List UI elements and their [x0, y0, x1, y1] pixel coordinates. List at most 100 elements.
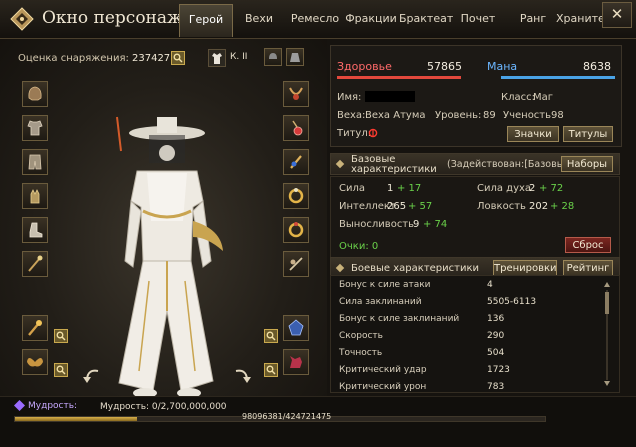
- slot-weapon[interactable]: [22, 251, 48, 277]
- slot-pants[interactable]: [22, 149, 48, 175]
- title-bar: Окно персонажа Герой Вехи Ремесло Фракци…: [0, 0, 636, 39]
- slot-crest[interactable]: [283, 315, 309, 341]
- tab-bracteate[interactable]: Брактеат: [399, 4, 453, 36]
- earring-icon: [290, 155, 302, 169]
- helmet-toggle-icon[interactable]: [264, 48, 282, 66]
- badges-button[interactable]: Значки: [507, 126, 559, 142]
- pet-search-button[interactable]: [264, 363, 278, 377]
- slot-boots[interactable]: [22, 217, 48, 243]
- earring-icon: [292, 120, 303, 136]
- title-label: Титул:: [337, 128, 372, 139]
- pet-icon: [290, 356, 302, 368]
- titles-button[interactable]: Титулы: [563, 126, 613, 142]
- magnifier-icon: [266, 331, 276, 341]
- level-value: 89: [483, 110, 496, 121]
- slot-ring-1[interactable]: [283, 183, 309, 209]
- list-item: Сила заклинаний 5505-6113: [331, 295, 611, 311]
- reset-button[interactable]: Сброс: [565, 237, 611, 253]
- battle-stat-label: Критический урон: [339, 382, 427, 392]
- wisdom-icon: [14, 400, 25, 411]
- tab-milestones[interactable]: Вехи: [238, 4, 280, 36]
- rank-badge[interactable]: К. II: [208, 49, 252, 67]
- mp-bar: [501, 76, 615, 79]
- crest-search-button[interactable]: [264, 329, 278, 343]
- wings-icon: [27, 358, 43, 367]
- tab-factions[interactable]: Фракции: [343, 4, 399, 36]
- battle-stat-value: 136: [487, 314, 505, 324]
- section-diamond-icon: [335, 159, 345, 169]
- slot-earring-2[interactable]: [283, 149, 309, 175]
- slot-wings[interactable]: [22, 349, 48, 375]
- ring-icon: [288, 188, 304, 204]
- engaged-set-label: (Задействован:[Базовы: [447, 159, 565, 170]
- stamina-bonus: + 74: [423, 219, 448, 230]
- training-button[interactable]: Тренировки: [493, 260, 557, 276]
- gear-score-label: Оценка снаряжения:: [18, 53, 129, 64]
- slot-ring-2[interactable]: [283, 217, 309, 243]
- mp-label: Мана: [487, 60, 518, 73]
- costume-icon: [208, 49, 226, 67]
- window-title: Окно персонажа: [42, 8, 193, 28]
- slot-staff[interactable]: [22, 315, 48, 341]
- magnifier-icon: [173, 53, 183, 63]
- battle-stat-value: 5505-6113: [487, 297, 537, 307]
- list-item: Бонус к силе заклинаний 136: [331, 312, 611, 328]
- tab-craft[interactable]: Ремесло: [287, 4, 343, 36]
- scrollbar[interactable]: [604, 282, 610, 386]
- milestone-label: Веха:: [337, 110, 366, 121]
- equipment-panel: Оценка снаряжения: 237427 К. II: [0, 39, 327, 407]
- slot-chest[interactable]: [22, 115, 48, 141]
- slot-necklace[interactable]: [283, 81, 309, 107]
- slot-bracelet[interactable]: [283, 251, 309, 277]
- battle-stat-label: Бонус к силе атаки: [339, 280, 431, 290]
- character-model-image[interactable]: [95, 111, 245, 411]
- spirit-bonus: + 72: [539, 183, 564, 194]
- tab-hero[interactable]: Герой: [179, 4, 233, 37]
- rotate-left-icon[interactable]: [82, 365, 102, 385]
- rating-button[interactable]: Рейтинг: [563, 260, 613, 276]
- class-value: Маг: [533, 92, 554, 103]
- staff-search-button[interactable]: [54, 329, 68, 343]
- battle-stat-label: Сила заклинаний: [339, 297, 422, 307]
- level-label: Уровень:: [435, 110, 482, 121]
- gear-score-search-button[interactable]: [171, 51, 185, 65]
- close-button[interactable]: ✕: [602, 2, 632, 28]
- chest-armor-icon: [27, 120, 43, 136]
- strength-bonus: + 17: [397, 183, 422, 194]
- sets-button[interactable]: Наборы: [561, 156, 613, 172]
- slot-pet[interactable]: [283, 349, 309, 375]
- section-diamond-icon: [335, 263, 345, 273]
- wings-search-button[interactable]: [54, 363, 68, 377]
- milestone-value: Веха Атума: [365, 110, 426, 121]
- character-info-box: Здоровье 57865 Мана 8638 Имя: Класс: Маг…: [330, 45, 622, 147]
- experience-text: 98096381/424721475: [242, 412, 332, 421]
- list-item: Скорость 290: [331, 329, 611, 345]
- battle-stat-value: 783: [487, 382, 505, 392]
- strength-label: Сила: [339, 183, 366, 194]
- base-stats-box: Сила 1 + 17 Сила духа 2 + 72 Интеллект 2…: [330, 176, 620, 260]
- battle-stat-value: 504: [487, 348, 505, 358]
- name-redacted: [365, 91, 415, 102]
- pants-icon: [28, 154, 42, 170]
- rotate-right-icon[interactable]: [232, 365, 252, 385]
- stats-panel: Здоровье 57865 Мана 8638 Имя: Класс: Маг…: [330, 45, 622, 407]
- tab-rank[interactable]: Ранг: [513, 4, 553, 36]
- battle-stats-list: Бонус к силе атаки 4 Сила заклинаний 550…: [330, 275, 620, 393]
- spirit-value: 2: [529, 183, 536, 194]
- battle-stat-value: 1723: [487, 365, 510, 375]
- boots-icon: [29, 222, 43, 238]
- cloak-toggle-icon[interactable]: [286, 48, 304, 66]
- class-label: Класс:: [501, 92, 535, 103]
- spirit-label: Сила духа: [477, 183, 532, 194]
- agility-value: 202: [529, 201, 549, 212]
- crest-icon: [288, 319, 304, 336]
- magnifier-icon: [266, 365, 276, 375]
- tab-honor[interactable]: Почет: [455, 4, 501, 36]
- ring-icon: [288, 222, 304, 238]
- slot-helmet[interactable]: [22, 81, 48, 107]
- slot-gloves[interactable]: [22, 183, 48, 209]
- list-item: Бонус к силе атаки 4: [331, 278, 611, 294]
- slot-earring-1[interactable]: [283, 115, 309, 141]
- strength-value: 1: [387, 183, 394, 194]
- list-item: Критический удар 1723: [331, 363, 611, 379]
